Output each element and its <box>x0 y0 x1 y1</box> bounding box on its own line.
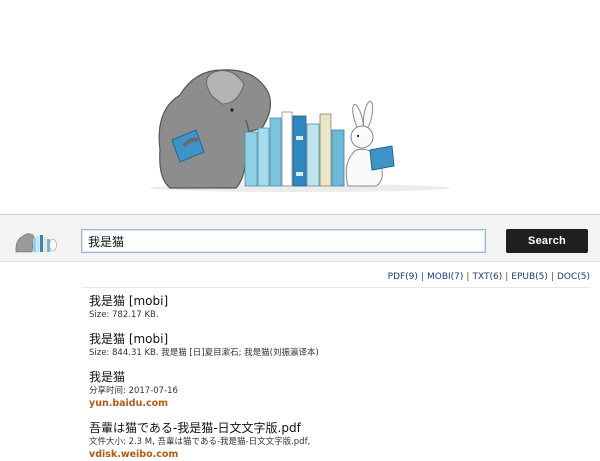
search-button[interactable]: Search <box>506 229 588 253</box>
filter-separator: | <box>420 272 424 282</box>
result-meta: 文件大小: 2.3 M, 吾輩は猫である-我是猫-日文文字版.pdf, <box>89 437 311 447</box>
result-item: 吾輩は猫である-我是猫-日文文字版.pdf 文件大小: 2.3 M, 吾輩は猫で… <box>89 420 589 461</box>
hero-illustration <box>0 0 600 212</box>
result-title[interactable]: 我是猫 [mobi] <box>89 331 589 347</box>
search-bar: Search <box>0 214 600 262</box>
filter-doc[interactable]: DOC(5) <box>557 272 590 282</box>
result-meta: 分享时间: 2017-07-16 <box>89 386 178 396</box>
result-source-link[interactable]: vdisk.weibo.com <box>89 448 589 461</box>
result-title[interactable]: 我是猫 [mobi] <box>89 293 589 309</box>
results-list: 我是猫 [mobi] Size: 782.17 KB. 我是猫 [mobi] S… <box>89 293 589 461</box>
result-item: 我是猫 [mobi] Size: 782.17 KB. <box>89 293 589 321</box>
elephant-bookends-logo-icon[interactable] <box>14 226 58 254</box>
rabbit-icon <box>345 100 395 187</box>
search-input[interactable] <box>81 229 486 253</box>
filter-epub[interactable]: EPUB(5) <box>511 272 548 282</box>
filter-separator: | <box>466 272 470 282</box>
filter-pdf[interactable]: PDF(9) <box>388 272 418 282</box>
format-filters: PDF(9) | MOBI(7) | TXT(6) | EPUB(5) | DOC(5) <box>388 272 590 286</box>
result-meta: Size: 844.31 KB. 我是猫 [日]夏目漱石; 我是猫(刘振瀛译本) <box>89 348 319 358</box>
result-item: 我是猫 [mobi] Size: 844.31 KB. 我是猫 [日]夏目漱石;… <box>89 331 589 359</box>
filter-txt[interactable]: TXT(6) <box>472 272 502 282</box>
result-source-link[interactable]: yun.baidu.com <box>89 397 589 410</box>
result-title[interactable]: 吾輩は猫である-我是猫-日文文字版.pdf <box>89 420 589 436</box>
filter-separator: | <box>505 272 509 282</box>
filter-mobi[interactable]: MOBI(7) <box>427 272 463 282</box>
result-title[interactable]: 我是猫 <box>89 369 589 385</box>
filter-separator: | <box>550 272 554 282</box>
result-meta: Size: 782.17 KB. <box>89 310 159 320</box>
result-item: 我是猫 分享时间: 2017-07-16 yun.baidu.com <box>89 369 589 410</box>
results-divider <box>82 287 590 288</box>
